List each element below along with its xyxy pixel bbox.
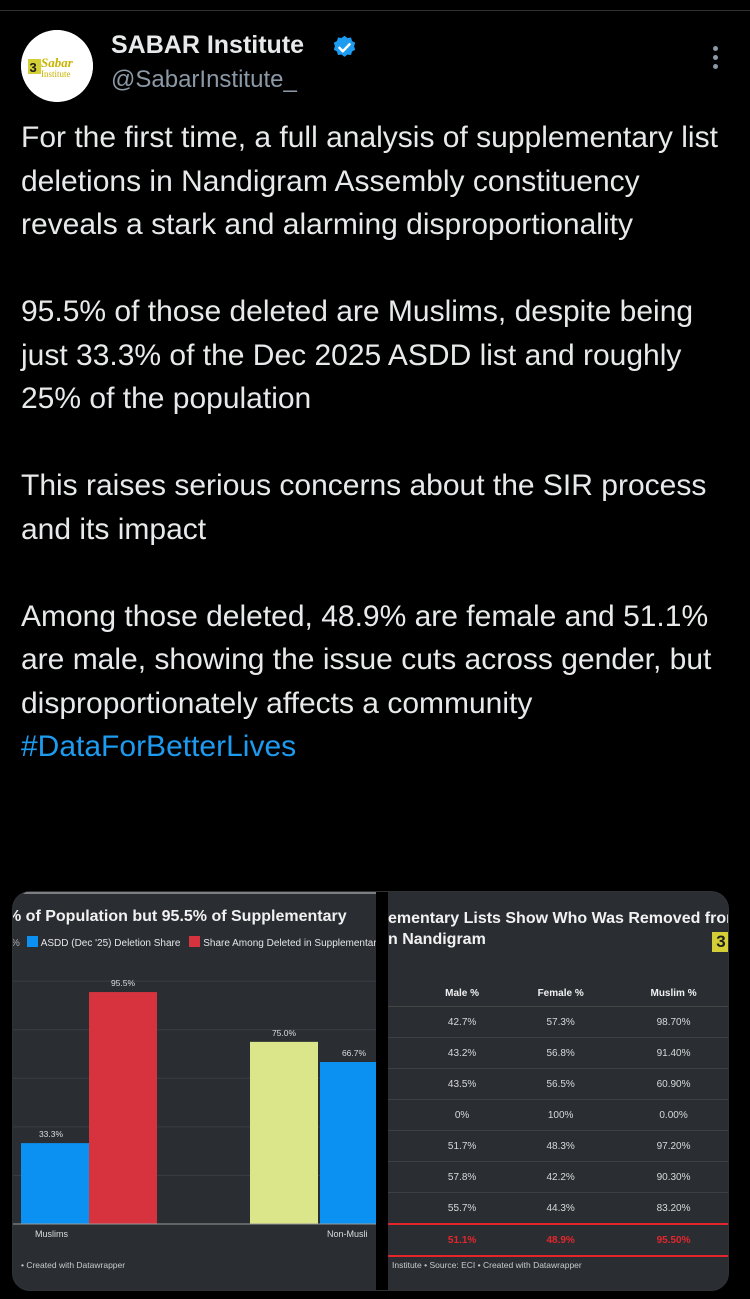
table-cell: 51.7% — [420, 1130, 505, 1162]
bar-chart-image[interactable]: % of Population but 95.5% of Supplementa… — [13, 892, 376, 1290]
table-cell: 43.5% — [420, 1068, 505, 1100]
tweet-text: For the first time, a full analysis of s… — [21, 116, 736, 769]
bar — [320, 1062, 376, 1224]
table-row: 43.2% 56.8% 91.40% — [388, 1037, 728, 1069]
table-cell: 100% — [504, 1099, 618, 1131]
bar-value-label: 95.5% — [111, 978, 136, 988]
table-cell: 98.70% — [617, 1006, 728, 1038]
bar-chart: 33.3% 95.5% 75.0% 66.7% Muslims Non-Musli — [13, 892, 376, 1239]
table-cell: 44.3% — [504, 1192, 618, 1225]
bar-value-label: 66.7% — [342, 1048, 367, 1058]
table-total-row: 51.1% 48.9% 95.50% — [388, 1223, 728, 1257]
table-header: Muslim % — [617, 980, 728, 1007]
table-cell — [388, 1099, 420, 1131]
table-title: ementary Lists Show Who Was Removed from… — [388, 910, 729, 948]
table-footnote: Institute • Source: ECI • Created with D… — [392, 1260, 582, 1270]
table-header-blank — [388, 980, 420, 1007]
image-divider — [376, 892, 388, 1290]
sabar-logo-icon: 3 Sabar Institute — [21, 30, 93, 102]
table-row: 51.7% 48.3% 97.20% — [388, 1130, 728, 1162]
author-name[interactable]: SABAR Institute — [111, 31, 304, 60]
table-row: 42.7% 57.3% 98.70% — [388, 1006, 728, 1038]
table-cell: 42.7% — [420, 1006, 505, 1038]
bar — [21, 1143, 89, 1224]
table-cell: 42.2% — [504, 1161, 618, 1193]
table-row: 55.7% 44.3% 83.20% — [388, 1192, 728, 1225]
table-row: 57.8% 42.2% 90.30% — [388, 1161, 728, 1193]
table-cell — [388, 1192, 420, 1225]
table-cell — [388, 1223, 420, 1257]
verified-badge-icon — [333, 35, 356, 57]
svg-text:Institute: Institute — [41, 69, 71, 79]
author-handle[interactable]: @SabarInstitute_ — [111, 66, 297, 94]
bar-value-label: 75.0% — [272, 1028, 297, 1038]
table-cell — [388, 1161, 420, 1193]
more-options-icon[interactable] — [703, 46, 727, 76]
table-cell: 83.20% — [617, 1192, 728, 1225]
table-cell: 57.3% — [504, 1006, 618, 1038]
table-cell — [388, 1130, 420, 1162]
table-cell: 43.2% — [420, 1037, 505, 1069]
bar — [250, 1041, 318, 1224]
table-header: Female % — [504, 980, 618, 1007]
tweet-paragraph: This raises serious concerns about the S… — [21, 469, 707, 546]
table-cell: 51.1% — [420, 1223, 505, 1257]
svg-text:Sabar: Sabar — [41, 55, 74, 70]
media-attachment[interactable]: % of Population but 95.5% of Supplementa… — [12, 891, 729, 1291]
category-label: Non-Musli — [327, 1229, 368, 1239]
table-cell: 0.00% — [617, 1099, 728, 1131]
table-row: 0% 100% 0.00% — [388, 1099, 728, 1131]
table-cell: 90.30% — [617, 1161, 728, 1193]
table-cell: 48.3% — [504, 1130, 618, 1162]
profile-avatar[interactable]: 3 Sabar Institute — [21, 30, 93, 102]
table-cell: 95.50% — [617, 1223, 728, 1257]
table-cell: 97.20% — [617, 1130, 728, 1162]
table-cell: 56.8% — [504, 1037, 618, 1069]
hashtag-link[interactable]: #DataForBetterLives — [21, 725, 736, 769]
bar-value-label: 33.3% — [39, 1129, 64, 1139]
table-cell: 60.90% — [617, 1068, 728, 1100]
table-cell — [388, 1037, 420, 1069]
tweet-paragraph: 95.5% of those deleted are Muslims, desp… — [21, 295, 694, 415]
table-row: 43.5% 56.5% 60.90% — [388, 1068, 728, 1100]
table-cell: 0% — [420, 1099, 505, 1131]
bar — [89, 992, 157, 1224]
chart-footnote: • Created with Datawrapper — [21, 1260, 126, 1270]
table-header: Male % — [420, 980, 505, 1007]
table-cell: 55.7% — [420, 1192, 505, 1225]
svg-text:3: 3 — [30, 60, 37, 75]
sabar-mini-logo: 3 — [712, 932, 728, 952]
top-divider — [0, 10, 750, 11]
category-label: Muslims — [35, 1229, 68, 1239]
table-cell — [388, 1006, 420, 1038]
table-cell: 48.9% — [504, 1223, 618, 1257]
table-cell — [388, 1068, 420, 1100]
tweet-paragraph: For the first time, a full analysis of s… — [21, 121, 718, 241]
table-image[interactable]: ementary Lists Show Who Was Removed from… — [388, 892, 729, 1290]
tweet-paragraph: Among those deleted, 48.9% are female an… — [21, 599, 712, 720]
table-cell: 56.5% — [504, 1068, 618, 1100]
table-cell: 91.40% — [617, 1037, 728, 1069]
data-table: Male % Female % Muslim % 42.7% 57.3% 98.70% 4… — [388, 980, 728, 1257]
table-cell: 57.8% — [420, 1161, 505, 1193]
